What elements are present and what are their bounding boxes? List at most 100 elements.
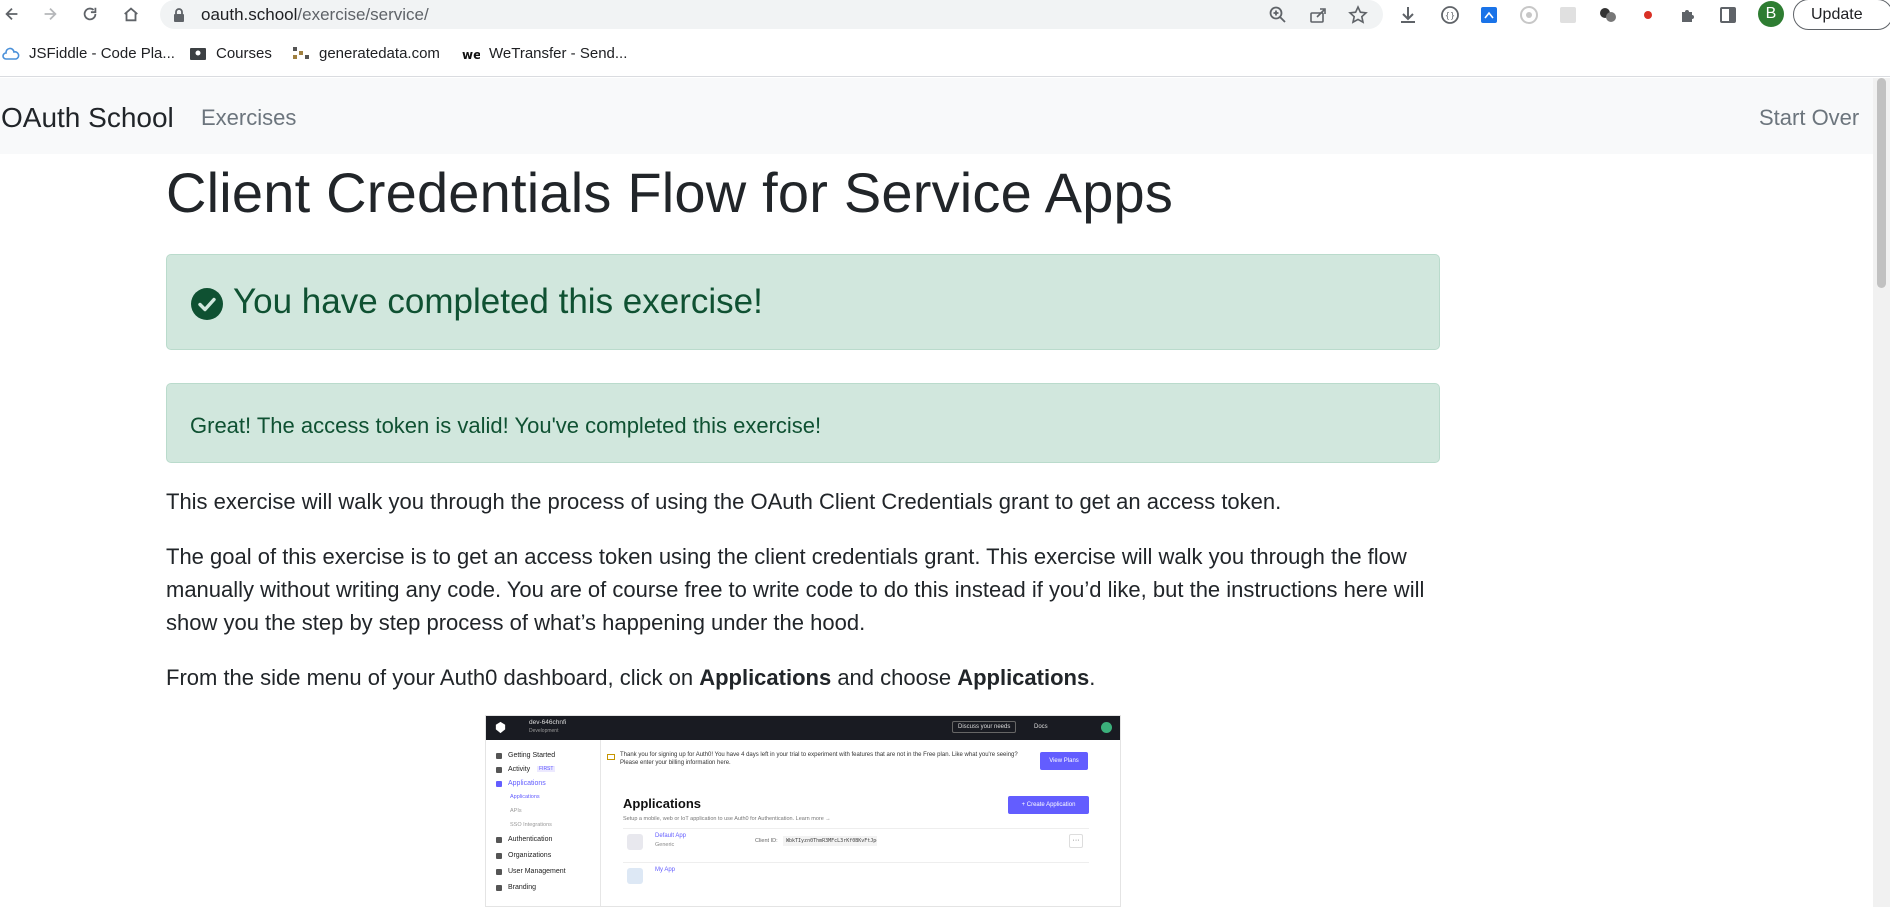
application-row: My App (623, 862, 1089, 890)
bookmark-label: Courses (216, 45, 272, 62)
cloud-icon (2, 47, 20, 60)
sidebar-dot-icon (496, 781, 502, 787)
auth0-logo-icon (495, 721, 506, 734)
share-icon[interactable] (1308, 5, 1328, 25)
applications-heading: Applications (623, 796, 702, 811)
site-navbar: OAuth School Exercises Start Over (0, 78, 1890, 154)
app-icon (627, 834, 643, 850)
page-scrollbar[interactable] (1873, 78, 1890, 907)
nav-exercises[interactable]: Exercises (201, 105, 296, 131)
extension-icon[interactable] (1478, 4, 1500, 26)
url-text: oauth.school/exercise/service/ (201, 5, 429, 25)
instruction-paragraph: From the side menu of your Auth0 dashboa… (166, 661, 1446, 694)
url-host: oauth.school (201, 5, 298, 24)
forward-icon[interactable] (40, 4, 60, 24)
application-row: Default App Generic Client ID: WbkTIyzn0… (623, 828, 1089, 856)
app-icon (627, 868, 643, 884)
sidebar-dot-icon (496, 837, 502, 843)
check-circle-icon (191, 288, 223, 320)
token-valid-message: Great! The access token is valid! You've… (190, 413, 822, 438)
bookmark-label: JSFiddle - Code Pla... (29, 45, 175, 62)
bookmarks-bar: JSFiddle - Code Pla... Courses generated… (0, 31, 1890, 77)
brand-link[interactable]: OAuth School (1, 102, 174, 134)
dashboard-topbar: dev-646chnfi Development Discuss your ne… (486, 716, 1120, 740)
instruction-bold: Applications (957, 665, 1090, 690)
more-icon: ··· (1069, 834, 1083, 848)
applications-subtitle: Setup a mobile, web or IoT application t… (623, 816, 831, 822)
extension-icon[interactable] (1557, 4, 1579, 26)
view-plans-button: View Plans (1040, 752, 1088, 770)
url-path: /exercise/service/ (297, 5, 429, 24)
nav-start-over[interactable]: Start Over (1759, 105, 1859, 131)
bookmark-star-icon[interactable] (1348, 5, 1368, 25)
address-bar[interactable]: oauth.school/exercise/service/ (160, 0, 1383, 29)
zoom-icon[interactable] (1268, 5, 1288, 25)
instruction-text: and choose (831, 665, 958, 690)
app-type: Generic (655, 842, 675, 848)
sidebar-getting-started: Getting Started (508, 752, 556, 759)
token-valid-alert: Great! The access token is valid! You've… (166, 383, 1440, 463)
generatedata-icon (293, 46, 309, 59)
dashboard-sidebar: Getting Started Activity FIRST Applicati… (486, 740, 601, 906)
sidebar-dot-icon (496, 869, 502, 875)
instruction-text: . (1089, 665, 1096, 690)
reload-icon[interactable] (80, 4, 100, 24)
scrollbar-thumb[interactable] (1877, 78, 1886, 288)
sidebar-dot-icon (496, 885, 502, 891)
extension-icon[interactable]: {} (1439, 4, 1461, 26)
courses-icon (190, 47, 206, 60)
sidebar-dot-icon (496, 767, 502, 773)
goal-paragraph: The goal of this exercise is to get an a… (166, 544, 1425, 635)
sidebar-sub-sso: SSO Integrations (510, 822, 552, 828)
docs-link: Docs (1034, 724, 1048, 730)
app-name: Default App (655, 833, 687, 839)
dashboard-main: Thank you for signing up for Auth0! You … (602, 740, 1120, 906)
bookmark-label: WeTransfer - Send... (489, 45, 628, 62)
sidebar-dot-icon (496, 853, 502, 859)
bookmark-generatedata[interactable]: generatedata.com (292, 45, 440, 62)
home-icon[interactable] (121, 4, 141, 24)
wetransfer-icon: we (462, 48, 480, 62)
sidebar-branding: Branding (508, 884, 537, 891)
svg-text:{}: {} (1445, 11, 1455, 20)
app-name: My App (655, 867, 676, 873)
extension-icon[interactable] (1597, 4, 1619, 26)
tenant-env: Development (529, 728, 559, 734)
back-icon[interactable] (2, 4, 22, 24)
sidebar-dot-icon (496, 753, 502, 759)
tenant-name: dev-646chnfi (529, 719, 567, 726)
sidebar-user-management: User Management (508, 868, 566, 875)
instruction-bold: Applications (699, 665, 832, 690)
client-id-label: Client ID: (755, 838, 778, 844)
record-icon[interactable] (1637, 4, 1659, 26)
bookmark-jsfiddle[interactable]: JSFiddle - Code Pla... (2, 45, 175, 62)
discuss-button: Discuss your needs (952, 721, 1017, 733)
completed-message: You have completed this exercise! (233, 282, 763, 321)
sidebar-applications: Applications (508, 780, 546, 787)
puzzle-icon[interactable] (1677, 4, 1699, 26)
download-icon[interactable] (1397, 4, 1419, 26)
create-application-button: + Create Application (1008, 796, 1089, 814)
dashboard-avatar (1101, 722, 1112, 733)
trial-banner: Thank you for signing up for Auth0! You … (620, 752, 1018, 766)
completed-alert: You have completed this exercise! (166, 254, 1440, 350)
instruction-text: From the side menu of your Auth0 dashboa… (166, 665, 700, 690)
bookmark-courses[interactable]: Courses (189, 45, 272, 62)
banner-icon (607, 754, 615, 760)
sidebar-organizations: Organizations (508, 852, 552, 859)
client-id-value: WbkTIyzn0ThmR3MFcL3rKf0BKvFtJpc (783, 836, 877, 846)
auth0-dashboard-screenshot: dev-646chnfi Development Discuss your ne… (485, 715, 1121, 907)
svg-text:we: we (462, 48, 480, 62)
bookmark-label: generatedata.com (319, 45, 440, 62)
sidebar-activity: Activity (508, 766, 531, 773)
lock-icon (174, 8, 184, 22)
profile-avatar[interactable]: B (1758, 1, 1784, 27)
browser-toolbar: oauth.school/exercise/service/ {} B Upda… (0, 0, 1890, 31)
page-title: Client Credentials Flow for Service Apps (166, 161, 1174, 224)
update-button[interactable]: Update (1793, 0, 1890, 30)
side-panel-icon[interactable] (1717, 4, 1739, 26)
sidebar-authentication: Authentication (508, 836, 553, 843)
bookmark-wetransfer[interactable]: we WeTransfer - Send... (462, 45, 627, 62)
extension-icon[interactable] (1518, 4, 1540, 26)
sidebar-sub-applications: Applications (510, 794, 540, 800)
